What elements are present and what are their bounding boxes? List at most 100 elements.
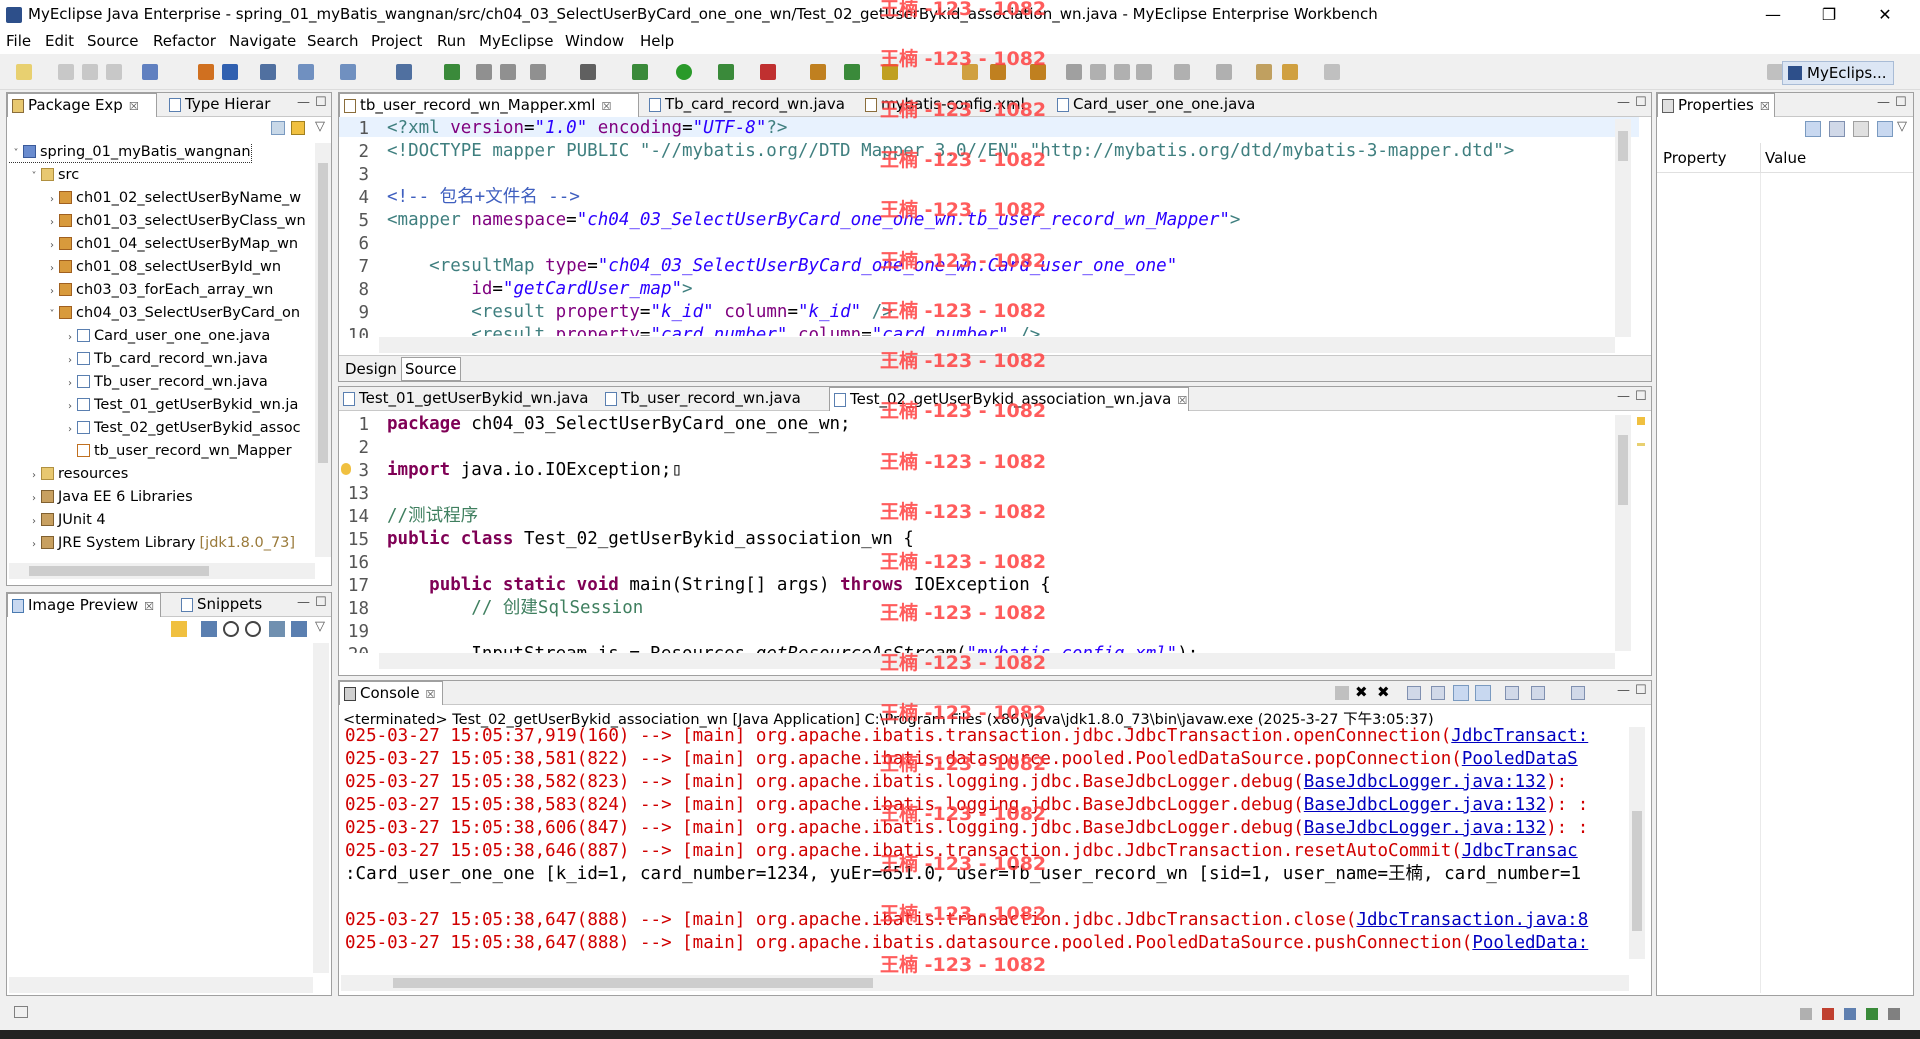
status-icon-3[interactable] — [1844, 1008, 1856, 1020]
source-tab[interactable]: Source — [401, 357, 461, 381]
tree-item[interactable]: › ch01_02_selectUserByName_w — [9, 189, 301, 208]
next-annotation-icon[interactable] — [1174, 64, 1190, 80]
maximize-button[interactable]: ❐ — [1806, 2, 1852, 28]
build-icon[interactable] — [810, 64, 826, 80]
minimize-view-icon[interactable]: — — [1617, 389, 1630, 404]
maximize-view-icon[interactable]: ☐ — [1895, 95, 1907, 110]
collapse-arrow-icon[interactable]: › — [45, 282, 59, 301]
pin-icon[interactable] — [1066, 64, 1082, 80]
menu-navigate[interactable]: Navigate — [229, 32, 296, 50]
new-package-icon[interactable] — [340, 64, 356, 80]
show-categories-icon[interactable] — [1805, 121, 1821, 137]
tree-item[interactable]: › Tb_card_record_wn.java — [9, 350, 268, 369]
status-icon-1[interactable] — [1800, 1008, 1812, 1020]
print-icon[interactable] — [106, 64, 122, 80]
actual-size-icon[interactable] — [269, 621, 285, 637]
xml-code-line-5[interactable]: <mapper namespace="ch04_03_SelectUserByC… — [387, 211, 1240, 230]
collapse-arrow-icon[interactable]: › — [45, 213, 59, 232]
save-all-icon[interactable] — [82, 64, 98, 80]
menu-source[interactable]: Source — [87, 32, 139, 50]
collapse-arrow-icon[interactable]: › — [27, 466, 41, 485]
restore-default-icon[interactable] — [1853, 121, 1869, 137]
collapse-arrow-icon[interactable]: › — [27, 512, 41, 531]
expand-arrow-icon[interactable]: ˅ — [9, 144, 23, 163]
java-code-line-15[interactable]: public class Test_02_getUserBykid_associ… — [387, 530, 914, 549]
console-scrollbar-h[interactable] — [341, 975, 1629, 991]
maximize-view-icon[interactable]: ☐ — [1635, 95, 1647, 110]
tree-item[interactable]: › ch03_03_forEach_array_wn — [9, 281, 273, 300]
collapse-arrow-icon[interactable]: › — [63, 351, 77, 370]
status-icon-4[interactable] — [1866, 1008, 1878, 1020]
minimize-view-icon[interactable]: — — [1617, 95, 1630, 110]
show-on-error-icon[interactable] — [1475, 685, 1491, 701]
tree-item[interactable]: › ch01_04_selectUserByMap_wn — [9, 235, 298, 254]
search-icon[interactable] — [530, 64, 546, 80]
tree-item[interactable]: › JUnit 4 — [9, 511, 106, 530]
collapse-arrow-icon[interactable]: › — [63, 328, 77, 347]
close-icon[interactable]: ☒ — [601, 100, 611, 113]
menu-edit[interactable]: Edit — [45, 32, 74, 50]
menu-project[interactable]: Project — [371, 32, 422, 50]
new-web-project-icon[interactable] — [142, 64, 158, 80]
source-link[interactable]: JdbcTransaction.java:8 — [1356, 910, 1588, 930]
perspective-switcher[interactable]: MyEclips... — [1782, 61, 1894, 85]
close-icon[interactable]: ☒ — [1177, 394, 1187, 407]
toggle-icon[interactable] — [1114, 64, 1130, 80]
java-code-line-3[interactable]: import java.io.IOException;▯ — [387, 461, 682, 480]
tree-item[interactable]: › resources — [9, 465, 128, 484]
menu-refactor[interactable]: Refactor — [153, 32, 216, 50]
clear-console-icon[interactable] — [1407, 686, 1421, 700]
design-tab[interactable]: Design — [345, 360, 397, 378]
tree-item[interactable]: ˅ ch04_03_SelectUserByCard_on — [9, 304, 301, 324]
close-icon[interactable]: ☒ — [129, 100, 139, 113]
preview-scrollbar-h[interactable] — [9, 977, 313, 993]
xml-code-line-7[interactable]: <resultMap type="ch04_03_SelectUserByCar… — [387, 257, 1177, 276]
close-button[interactable]: ✕ — [1862, 2, 1908, 28]
java-code-line-1[interactable]: package ch04_03_SelectUserByCard_one_one… — [387, 415, 851, 434]
forward-history-icon[interactable] — [500, 64, 516, 80]
block-icon[interactable] — [1136, 64, 1152, 80]
xml-code-line-8[interactable]: id="getCardUser_map"> — [387, 280, 692, 299]
tab-card-user-one-one[interactable]: Card_user_one_one.java — [1053, 93, 1263, 117]
java-editor-scrollbar-v[interactable] — [1615, 415, 1631, 651]
external-tools-icon[interactable] — [760, 64, 776, 80]
expand-arrow-icon[interactable]: ˅ — [45, 305, 59, 324]
collapse-arrow-icon[interactable]: › — [45, 190, 59, 209]
tree-item[interactable]: › Test_01_getUserBykid_wn.ja — [9, 396, 298, 415]
tab-tb-user-record[interactable]: Tb_user_record_wn.java — [601, 387, 811, 411]
tab-console[interactable]: Console ☒ — [339, 681, 443, 705]
server-icon[interactable] — [222, 64, 238, 80]
coverage-icon[interactable] — [718, 64, 734, 80]
link-editor-icon[interactable] — [291, 121, 305, 135]
terminate-icon[interactable] — [1335, 686, 1349, 700]
tree-item[interactable]: › JRE System Library [jdk1.8.0_73] — [9, 534, 295, 553]
minimize-button[interactable]: — — [1750, 2, 1796, 28]
xml-code-line-4[interactable]: <!-- 包名+文件名 --> — [387, 188, 580, 207]
prev-annotation-icon[interactable] — [1216, 64, 1232, 80]
maximize-view-icon[interactable]: ☐ — [315, 595, 327, 610]
view-menu-icon[interactable]: ▽ — [315, 619, 325, 634]
property-column-header[interactable]: Property — [1663, 149, 1726, 167]
java-code-line-20[interactable]: InputStream is = Resources.getResourceAs… — [387, 645, 1198, 653]
last-edit-icon[interactable] — [1256, 64, 1272, 80]
xml-code-line-10[interactable]: <result property="card_number" column="c… — [387, 326, 1040, 336]
open-perspective-icon[interactable] — [1767, 64, 1783, 80]
tree-scrollbar-v[interactable] — [315, 143, 331, 557]
menu-run[interactable]: Run — [437, 32, 466, 50]
remove-launch-icon[interactable]: ✖ — [1355, 683, 1368, 701]
open-type-icon[interactable] — [396, 64, 412, 80]
collapse-arrow-icon[interactable]: › — [63, 420, 77, 439]
back-icon[interactable] — [1282, 64, 1298, 80]
xml-code-line-1[interactable]: <?xml version="1.0" encoding="UTF-8"?> — [387, 119, 787, 138]
open-console-icon[interactable] — [1571, 686, 1585, 700]
collapse-arrow-icon[interactable]: › — [63, 374, 77, 393]
run-config-icon[interactable] — [844, 64, 860, 80]
save-icon[interactable] — [58, 64, 74, 80]
close-icon[interactable]: ☒ — [144, 600, 154, 613]
back-history-icon[interactable] — [476, 64, 492, 80]
tree-scrollbar-h[interactable] — [9, 563, 315, 579]
tree-item[interactable]: ˅ spring_01_myBatis_wangnan — [9, 143, 252, 163]
scroll-lock-icon[interactable] — [1431, 686, 1445, 700]
maximize-view-icon[interactable]: ☐ — [1635, 683, 1647, 698]
new-class-icon[interactable] — [298, 64, 314, 80]
